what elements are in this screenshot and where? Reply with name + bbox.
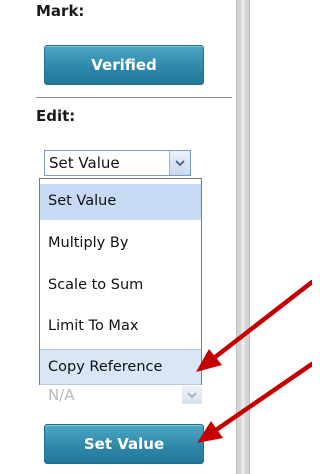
red-arrow-icon	[197, 361, 312, 443]
annotation-arrows	[196, 279, 312, 443]
red-arrow-icon	[196, 279, 312, 372]
